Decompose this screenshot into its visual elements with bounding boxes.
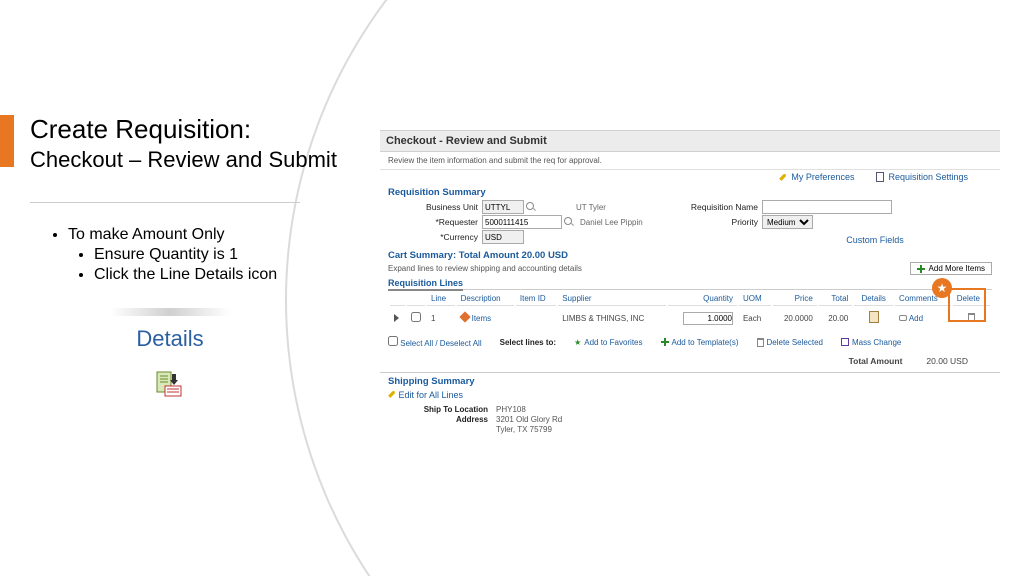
delete-row-icon[interactable] bbox=[968, 313, 975, 322]
add-more-items-button[interactable]: Add More Items bbox=[910, 262, 992, 275]
bullet-top: To make Amount Only bbox=[68, 226, 277, 244]
select-lines-to-label: Select lines to: bbox=[500, 338, 556, 347]
mass-change-icon bbox=[841, 338, 849, 346]
business-unit-input[interactable] bbox=[482, 200, 524, 214]
col-total: Total bbox=[819, 292, 852, 306]
custom-fields-link[interactable]: Custom Fields bbox=[846, 235, 904, 245]
line-details-icon[interactable] bbox=[869, 311, 879, 323]
currency-input[interactable] bbox=[482, 230, 524, 244]
edit-for-all-lines-link[interactable]: Edit for All Lines bbox=[399, 390, 464, 400]
table-row: 1 Items LIMBS & THINGS, INC Each 20.0000… bbox=[390, 308, 990, 328]
delete-selected-link[interactable]: Delete Selected bbox=[757, 338, 823, 347]
my-preferences-link[interactable]: My Preferences bbox=[779, 172, 854, 182]
select-all-toggle[interactable]: Select All / Deselect All bbox=[388, 336, 482, 348]
col-qty: Quantity bbox=[668, 292, 737, 306]
shipto-label: Ship To Location bbox=[388, 405, 488, 414]
expand-lines-text: Expand lines to review shipping and acco… bbox=[388, 264, 582, 273]
requester-input[interactable] bbox=[482, 215, 562, 229]
priority-select[interactable]: Medium bbox=[762, 215, 813, 229]
address-label: Address bbox=[388, 415, 488, 424]
app-panel: Checkout - Review and Submit Review the … bbox=[380, 130, 1000, 437]
add-to-template-link[interactable]: Add to Template(s) bbox=[661, 338, 739, 347]
page-instruction: Review the item information and submit t… bbox=[380, 152, 1000, 170]
requisition-name-input[interactable] bbox=[762, 200, 892, 214]
requester-display: Daniel Lee Pippin bbox=[580, 218, 643, 227]
add-comment-link[interactable]: Add bbox=[909, 314, 923, 323]
trash-icon bbox=[757, 338, 764, 347]
slide-title: Create Requisition: bbox=[30, 114, 337, 145]
col-delete: Delete bbox=[953, 292, 990, 306]
star-badge-icon: ★ bbox=[932, 278, 952, 298]
page-title: Checkout - Review and Submit bbox=[380, 130, 1000, 152]
pencil-icon bbox=[778, 171, 789, 182]
requisition-name-label: Requisition Name bbox=[668, 202, 758, 212]
title-underline bbox=[30, 202, 300, 203]
cell-supplier: LIMBS & THINGS, INC bbox=[558, 308, 666, 328]
col-details: Details bbox=[854, 292, 893, 306]
address-line2: Tyler, TX 75799 bbox=[496, 425, 552, 434]
plus-icon bbox=[917, 265, 925, 273]
requisition-lines-tab[interactable]: Requisition Lines bbox=[388, 278, 463, 291]
lookup-icon[interactable] bbox=[526, 202, 536, 212]
shipping-summary-title: Shipping Summary bbox=[380, 375, 1000, 388]
tag-icon bbox=[459, 311, 470, 322]
pencil-icon bbox=[386, 388, 397, 399]
row-select-checkbox[interactable] bbox=[411, 312, 421, 322]
cell-price: 20.0000 bbox=[773, 308, 817, 328]
cell-desc[interactable]: Items bbox=[472, 314, 492, 323]
instruction-bullets: To make Amount Only Ensure Quantity is 1… bbox=[50, 226, 277, 286]
col-uom: UOM bbox=[739, 292, 771, 306]
plus-icon bbox=[661, 338, 669, 346]
comment-icon bbox=[899, 315, 907, 321]
address-line1: 3201 Old Glory Rd bbox=[496, 415, 562, 424]
priority-label: Priority bbox=[668, 217, 758, 227]
add-to-favorites-link[interactable]: ★Add to Favorites bbox=[574, 338, 642, 347]
col-supplier: Supplier bbox=[558, 292, 666, 306]
col-price: Price bbox=[773, 292, 817, 306]
cell-total: 20.00 bbox=[819, 308, 852, 328]
cell-line: 1 bbox=[427, 308, 455, 328]
callout-gradient bbox=[110, 308, 230, 316]
business-unit-label: Business Unit bbox=[388, 202, 478, 212]
cell-uom: Each bbox=[739, 308, 771, 328]
col-desc: Description bbox=[457, 292, 514, 306]
requester-label: *Requester bbox=[388, 217, 478, 227]
line-details-icon bbox=[155, 370, 185, 405]
requisition-lines-table: Line Description Item ID Supplier Quanti… bbox=[388, 289, 992, 330]
col-line: Line bbox=[427, 292, 455, 306]
title-accent-bar bbox=[0, 115, 14, 167]
requisition-summary-title: Requisition Summary bbox=[380, 186, 1000, 199]
total-amount-row: Total Amount20.00 USD bbox=[388, 356, 968, 366]
bullet-sub-2: Click the Line Details icon bbox=[94, 266, 277, 284]
shipto-value: PHY108 bbox=[496, 405, 526, 414]
expand-row-icon[interactable] bbox=[394, 314, 399, 322]
requisition-settings-link[interactable]: Requisition Settings bbox=[876, 172, 968, 182]
star-icon: ★ bbox=[574, 338, 581, 347]
currency-label: *Currency bbox=[388, 232, 478, 242]
cell-item bbox=[516, 308, 556, 328]
clipboard-icon bbox=[876, 172, 884, 182]
mass-change-link[interactable]: Mass Change bbox=[841, 338, 901, 347]
lookup-icon[interactable] bbox=[564, 217, 574, 227]
col-item: Item ID bbox=[516, 292, 556, 306]
cart-summary-header: Cart Summary: Total Amount 20.00 USD bbox=[380, 246, 1000, 262]
callout-details-label: Details bbox=[136, 326, 203, 352]
bullet-sub-1: Ensure Quantity is 1 bbox=[94, 246, 277, 264]
slide-subtitle: Checkout – Review and Submit bbox=[30, 147, 337, 173]
quantity-input[interactable] bbox=[683, 312, 733, 325]
business-unit-display: UT Tyler bbox=[576, 203, 606, 212]
